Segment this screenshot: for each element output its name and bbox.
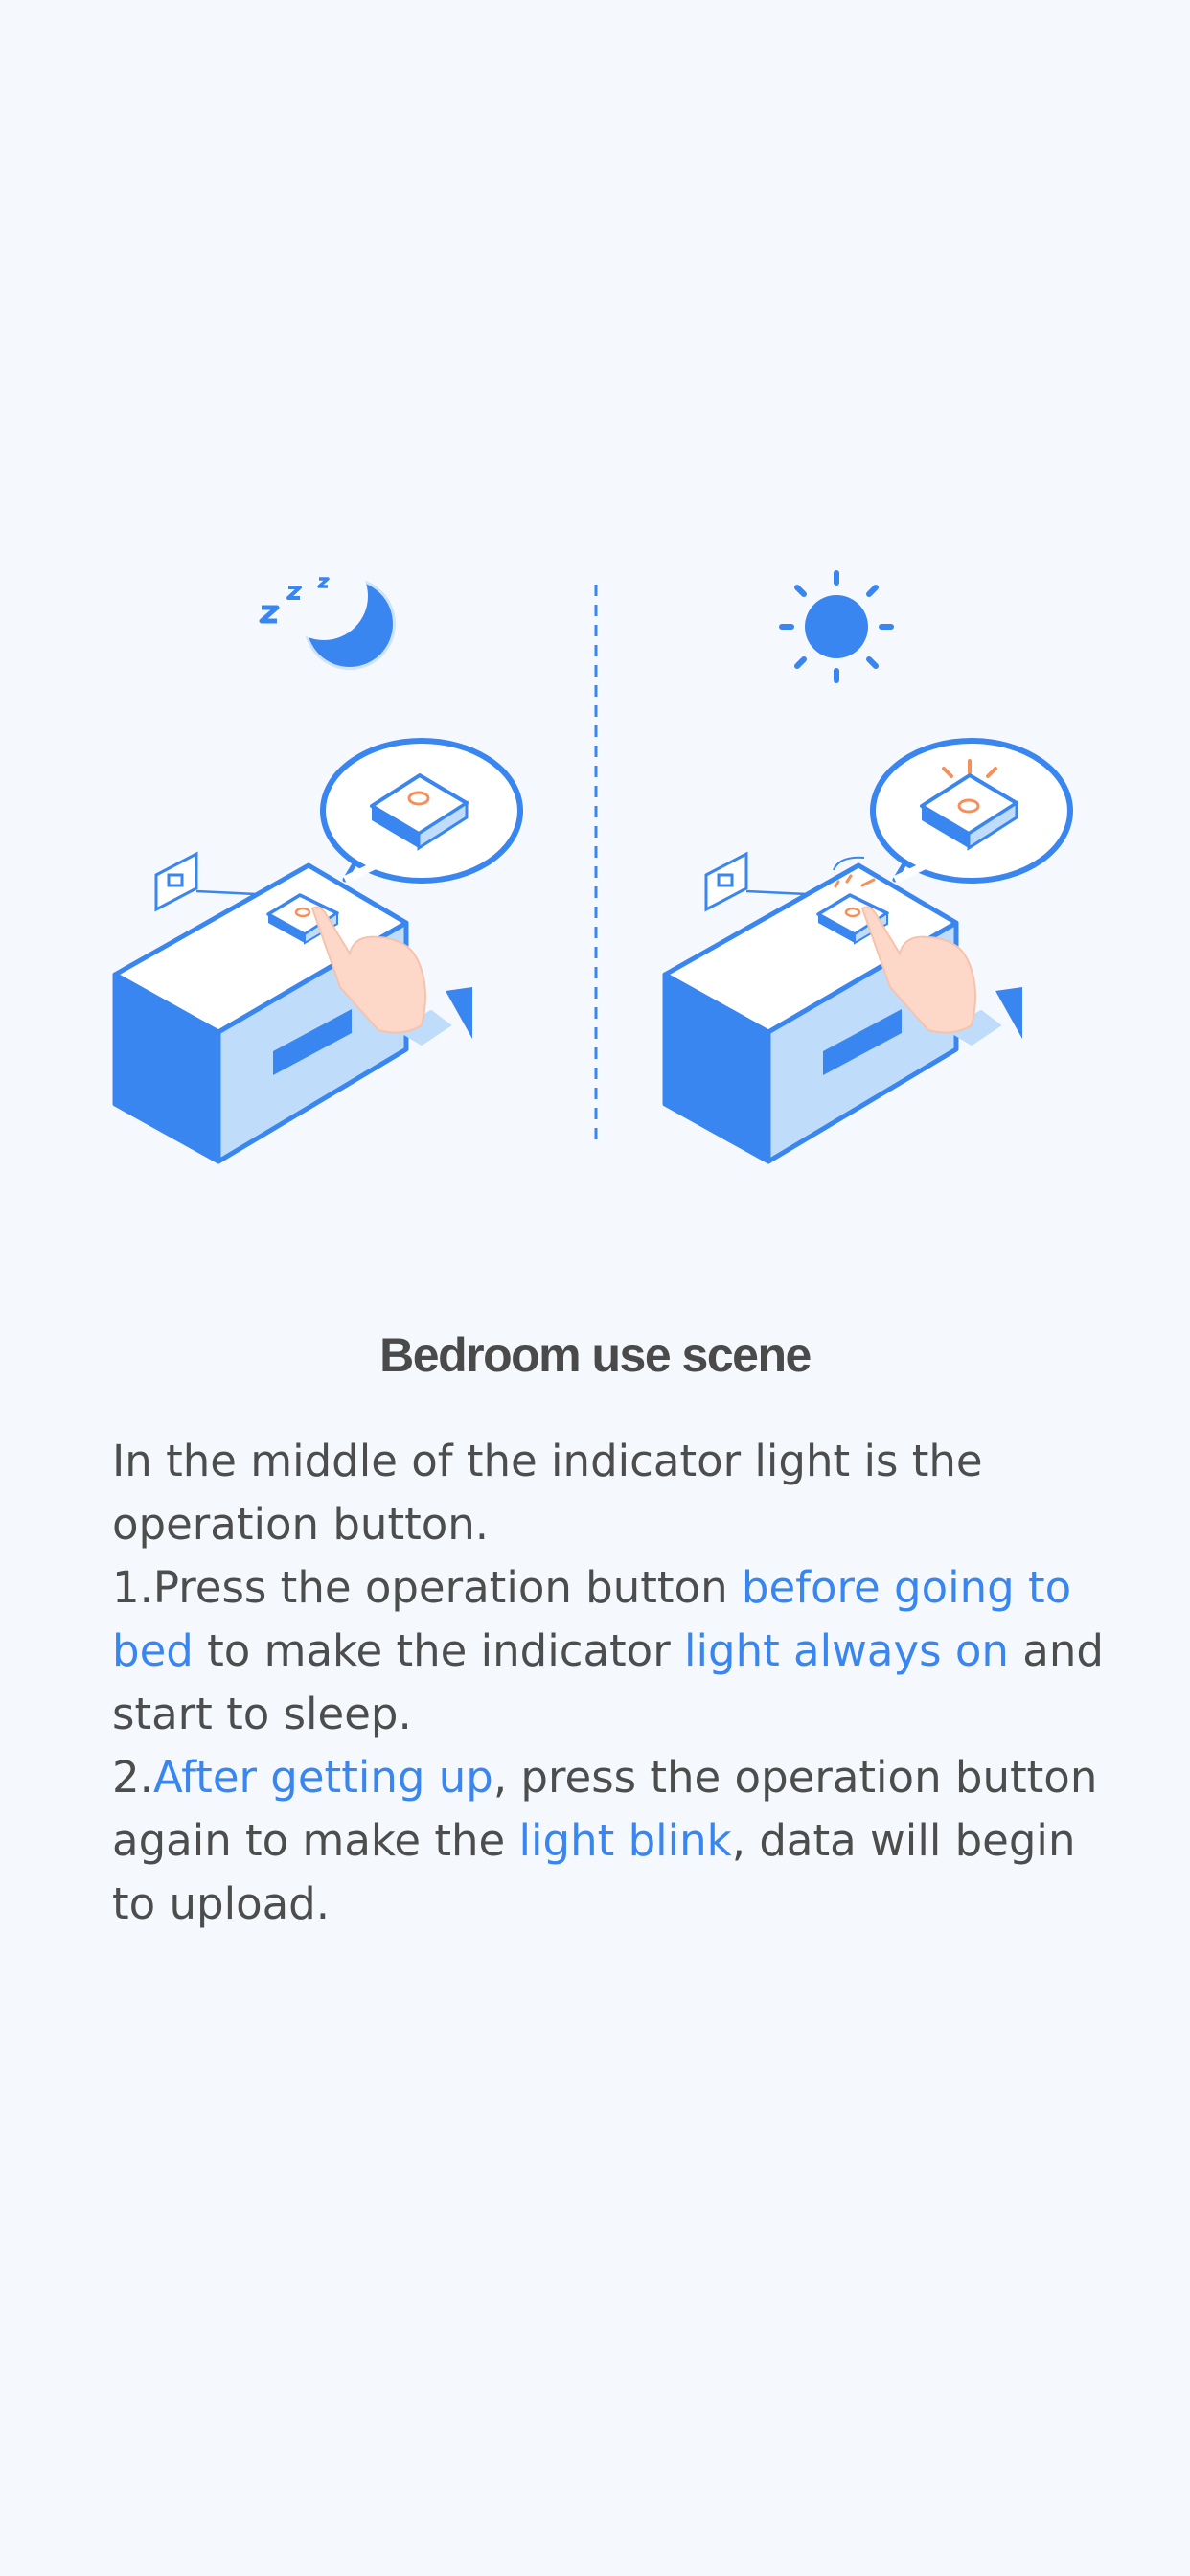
moon-zzz-icon [259, 552, 396, 670]
scene-illustration [112, 552, 1073, 1164]
instructions: In the middle of the indicator light is … [112, 1430, 1109, 1936]
speech-bubble [870, 738, 1073, 884]
step-1-highlight-light: light always on [684, 1625, 1009, 1676]
night-panel [112, 552, 523, 1164]
day-panel [662, 570, 1073, 1164]
step-1-prefix: 1.Press the operation button [112, 1562, 742, 1613]
sun-icon [779, 570, 894, 683]
speech-bubble [320, 738, 523, 884]
step-2-highlight-time: After getting up [152, 1752, 493, 1803]
step-1-middle: to make the indicator [193, 1625, 685, 1676]
page-title: Bedroom use scene [379, 1328, 812, 1382]
step-2-prefix: 2. [112, 1752, 153, 1803]
step-1: 1.Press the operation button before goin… [112, 1556, 1109, 1746]
intro-text: In the middle of the indicator light is … [112, 1436, 983, 1550]
step-2: 2.After getting up, press the operation … [112, 1746, 1109, 1936]
step-2-highlight-light: light blink [518, 1815, 732, 1866]
